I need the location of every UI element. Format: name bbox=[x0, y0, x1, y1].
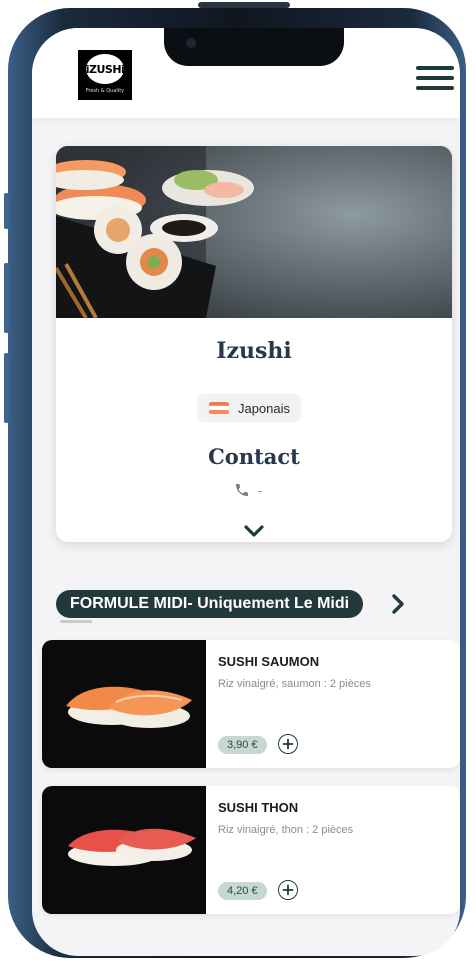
front-camera bbox=[186, 38, 196, 48]
plus-icon[interactable] bbox=[278, 880, 298, 900]
chevron-down-icon[interactable] bbox=[242, 524, 266, 538]
tuna-nigiri-illustration bbox=[42, 786, 206, 914]
price-badge: 3,90 € bbox=[218, 736, 267, 754]
section-title: FORMULE MIDI- Uniquement Le Midi bbox=[70, 595, 350, 612]
silent-switch bbox=[4, 193, 9, 229]
section-title-pill[interactable]: FORMULE MIDI- Uniquement Le Midi bbox=[56, 590, 364, 618]
sushi-saumon-image bbox=[42, 640, 206, 768]
item-description: Riz vinaigré, thon : 2 pièces bbox=[218, 824, 354, 836]
sushi-icon bbox=[208, 402, 230, 414]
volume-down-button bbox=[4, 353, 9, 423]
menu-item[interactable]: SUSHI THON Riz vinaigré, thon : 2 pièces… bbox=[42, 786, 460, 914]
sushi-thon-image bbox=[42, 786, 206, 914]
logo-tagline: Fresh & Quality bbox=[85, 88, 125, 94]
plus-icon[interactable] bbox=[278, 734, 298, 754]
phone-row[interactable]: - bbox=[234, 482, 262, 498]
hamburger-menu-icon[interactable] bbox=[416, 66, 454, 90]
item-description: Riz vinaigré, saumon : 2 pièces bbox=[218, 678, 371, 690]
restaurant-hero-image bbox=[56, 146, 452, 318]
section-scroll-indicator bbox=[60, 620, 92, 623]
phone-icon bbox=[236, 484, 248, 496]
logo-wordmark: iZUSHi bbox=[85, 62, 125, 76]
volume-up-button bbox=[4, 263, 9, 333]
sushi-platter-illustration bbox=[56, 146, 452, 318]
restaurant-name: Izushi bbox=[216, 338, 292, 364]
contact-heading: Contact bbox=[208, 444, 300, 469]
plus-glyph bbox=[282, 738, 294, 750]
speaker-grille bbox=[198, 2, 290, 8]
chevron-right-icon[interactable] bbox=[388, 592, 408, 616]
plus-glyph bbox=[282, 884, 294, 896]
salmon-nigiri-illustration bbox=[42, 640, 206, 768]
item-name: SUSHI THON bbox=[218, 800, 299, 815]
izushi-logo[interactable]: iZUSHi Fresh & Quality bbox=[78, 50, 132, 100]
restaurant-card: Izushi Japonais Contact - bbox=[56, 146, 452, 542]
phone-value: - bbox=[258, 482, 263, 498]
notch bbox=[164, 28, 344, 66]
logo-emblem: iZUSHi bbox=[85, 54, 125, 84]
phone-screen: iZUSHi Fresh & Quality Izushi Japonais C… bbox=[32, 28, 460, 956]
cuisine-label: Japonais bbox=[237, 400, 291, 416]
cuisine-tag[interactable]: Japonais bbox=[197, 394, 301, 422]
phone-frame: iZUSHi Fresh & Quality Izushi Japonais C… bbox=[4, 2, 466, 958]
price-badge: 4,20 € bbox=[218, 882, 267, 900]
item-name: SUSHI SAUMON bbox=[218, 654, 320, 669]
menu-item[interactable]: SUSHI SAUMON Riz vinaigré, saumon : 2 pi… bbox=[42, 640, 460, 768]
